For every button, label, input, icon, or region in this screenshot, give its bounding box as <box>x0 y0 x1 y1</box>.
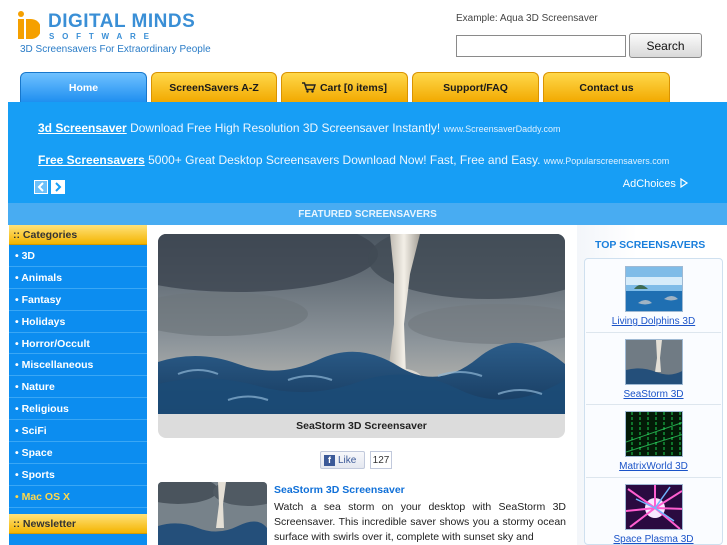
seastorm-scene-image <box>158 234 565 414</box>
facebook-like-button[interactable]: f Like <box>320 451 365 469</box>
tab-cart[interactable]: Cart [0 items] <box>281 72 408 102</box>
tab-support-faq[interactable]: Support/FAQ <box>412 72 539 102</box>
like-label: Like <box>338 454 357 466</box>
ad-url[interactable]: www.Popularscreensavers.com <box>544 156 670 166</box>
top-item-thumbnail[interactable] <box>624 266 683 312</box>
article-title-link[interactable]: SeaStorm 3D Screensaver <box>274 484 405 496</box>
seastorm-thumbnail-image <box>158 482 267 545</box>
ad-link[interactable]: 3d Screensaver <box>38 121 127 135</box>
chevron-left-icon <box>37 182 44 192</box>
logo-title: DIGITAL MINDS <box>48 11 196 32</box>
ad-row[interactable]: Free Screensavers 5000+ Great Desktop Sc… <box>38 153 669 167</box>
sidebar-item-animals[interactable]: • Animals <box>9 267 147 289</box>
top-item-label[interactable]: MatrixWorld 3D <box>585 461 722 472</box>
adchoices-icon <box>680 177 689 189</box>
tab-label: Support/FAQ <box>443 81 508 94</box>
logo-subtitle: SOFTWARE <box>49 32 157 41</box>
ad-prev-button[interactable] <box>34 180 48 194</box>
ad-description: Download Free High Resolution 3D Screens… <box>130 121 441 135</box>
plasma-thumbnail-image <box>625 485 682 529</box>
tab-screensavers-a-z[interactable]: ScreenSavers A-Z <box>151 72 277 102</box>
top-item-matrixworld[interactable]: MatrixWorld 3D <box>585 411 722 472</box>
category-sidebar: :: Categories • 3D • Animals • Fantasy •… <box>9 225 147 545</box>
ad-row[interactable]: 3d Screensaver Download Free High Resolu… <box>38 121 560 135</box>
ad-next-button[interactable] <box>51 180 65 194</box>
facebook-icon: f <box>324 454 335 466</box>
matrix-thumbnail-image <box>625 412 682 456</box>
adchoices-link[interactable]: AdChoices <box>622 177 689 190</box>
ad-link[interactable]: Free Screensavers <box>38 153 145 167</box>
seastorm-small-thumbnail-image <box>625 340 682 384</box>
tab-label: Cart [0 items] <box>319 81 388 94</box>
cart-icon <box>301 82 316 93</box>
sidebar-item-fantasy[interactable]: • Fantasy <box>9 289 147 311</box>
featured-caption[interactable]: SeaStorm 3D Screensaver <box>158 414 565 438</box>
article-text: Watch a sea storm on your desktop with S… <box>274 501 566 543</box>
tab-home[interactable]: Home <box>20 72 147 102</box>
like-count: 127 <box>370 451 392 469</box>
featured-image[interactable] <box>158 234 565 414</box>
ad-url[interactable]: www.ScreensaverDaddy.com <box>444 124 561 134</box>
tab-contact-us[interactable]: Contact us <box>543 72 670 102</box>
top-item-living-dolphins[interactable]: Living Dolphins 3D <box>585 266 722 327</box>
sidebar-item-miscellaneous[interactable]: • Miscellaneous <box>9 354 147 377</box>
adchoices-label: AdChoices <box>622 178 676 190</box>
search-button[interactable]: Search <box>629 33 702 58</box>
site-logo[interactable]: DIGITAL MINDS SOFTWARE <box>18 10 228 44</box>
chevron-right-icon <box>55 182 62 192</box>
top-item-space-plasma[interactable]: Space Plasma 3D <box>585 484 722 545</box>
search-input[interactable] <box>456 35 626 57</box>
top-item-seastorm[interactable]: SeaStorm 3D <box>585 339 722 400</box>
divider <box>586 404 721 405</box>
top-item-label[interactable]: Space Plasma 3D <box>585 534 722 545</box>
sidebar-item-sports[interactable]: • Sports <box>9 464 147 486</box>
newsletter-heading: :: Newsletter <box>9 513 147 534</box>
divider <box>586 477 721 478</box>
top-item-label[interactable]: Living Dolphins 3D <box>585 316 722 327</box>
logo-mark-icon <box>18 11 40 39</box>
categories-heading: :: Categories <box>9 225 147 245</box>
divider <box>586 332 721 333</box>
dolphins-thumbnail-image <box>625 267 682 311</box>
top-item-thumbnail[interactable] <box>624 411 683 457</box>
featured-heading: FEATURED SCREENSAVERS <box>8 203 727 225</box>
sidebar-item-3d[interactable]: • 3D <box>9 245 147 267</box>
tab-label: Contact us <box>579 81 634 94</box>
search-example-text: Example: Aqua 3D Screensaver <box>456 13 598 24</box>
tab-label: Home <box>68 81 99 94</box>
sidebar-item-horror-occult[interactable]: • Horror/Occult <box>9 333 147 355</box>
sidebar-item-mac-os-x[interactable]: • Mac OS X <box>9 486 147 508</box>
sidebar-item-scifi[interactable]: • SciFi <box>9 420 147 443</box>
sidebar-item-nature[interactable]: • Nature <box>9 376 147 399</box>
main-nav: Home ScreenSavers A-Z Cart [0 items] Sup… <box>0 72 727 102</box>
top-item-thumbnail[interactable] <box>624 484 683 530</box>
top-screensavers-heading: TOP SCREENSAVERS <box>595 239 706 251</box>
top-item-label[interactable]: SeaStorm 3D <box>585 389 722 400</box>
sidebar-item-holidays[interactable]: • Holidays <box>9 311 147 333</box>
top-item-thumbnail[interactable] <box>624 339 683 385</box>
sidebar-item-space[interactable]: • Space <box>9 442 147 464</box>
tab-label: ScreenSavers A-Z <box>169 81 259 94</box>
ad-banner: 3d Screensaver Download Free High Resolu… <box>8 102 727 203</box>
site-tagline: 3D Screensavers For Extraordinary People <box>20 44 211 55</box>
ad-description: 5000+ Great Desktop Screensavers Downloa… <box>148 153 541 167</box>
article-thumbnail[interactable] <box>158 482 267 545</box>
sidebar-item-religious[interactable]: • Religious <box>9 398 147 421</box>
